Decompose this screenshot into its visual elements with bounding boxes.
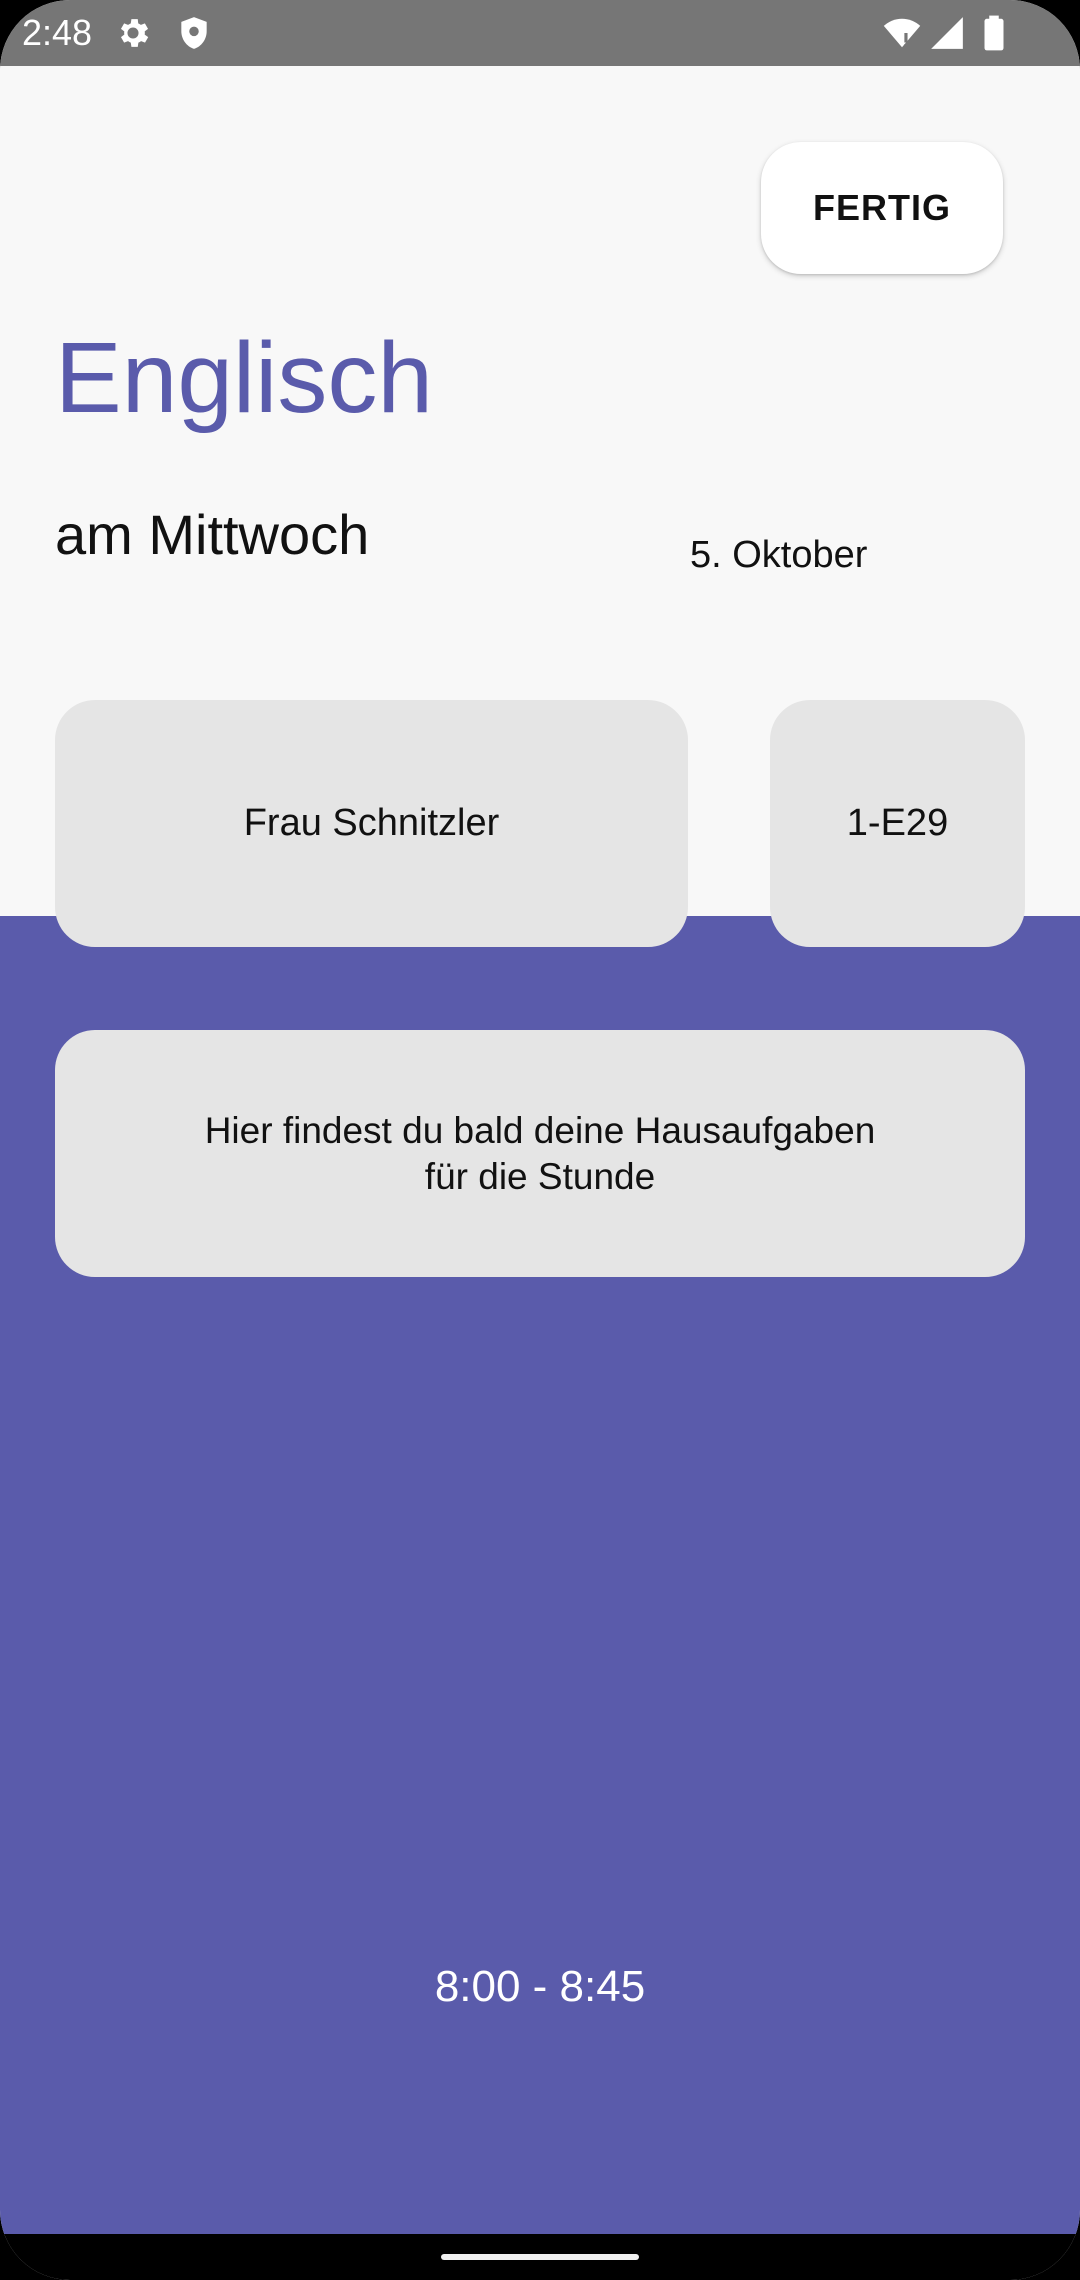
signal-icon [928, 14, 966, 52]
room-number: 1-E29 [846, 802, 949, 844]
subject-title: Englisch [55, 322, 433, 434]
gear-icon [114, 14, 152, 52]
teacher-card[interactable]: Frau Schnitzler [55, 700, 688, 947]
homework-card[interactable]: Hier findest du bald deine Hausaufgaben … [55, 1030, 1025, 1277]
home-gesture-handle[interactable] [441, 2254, 639, 2260]
homework-text: Hier findest du bald deine Hausaufgaben … [204, 1109, 876, 1197]
teacher-name: Frau Schnitzler [243, 802, 500, 844]
battery-icon [978, 14, 1010, 52]
room-card[interactable]: 1-E29 [770, 700, 1025, 947]
date-label: 5. Oktober [690, 534, 868, 576]
screen: 2:48 FERTIG Englisch am Mittwoch 5. Okto… [0, 0, 1080, 2280]
weekday-label: am Mittwoch [55, 503, 370, 566]
shield-icon [175, 14, 213, 52]
lesson-time-range: 8:00 - 8:45 [434, 1962, 646, 2011]
done-button[interactable]: FERTIG [761, 142, 1003, 274]
status-bar: 2:48 [0, 0, 1080, 66]
status-time: 2:48 [22, 12, 93, 53]
wifi-icon [880, 14, 924, 52]
